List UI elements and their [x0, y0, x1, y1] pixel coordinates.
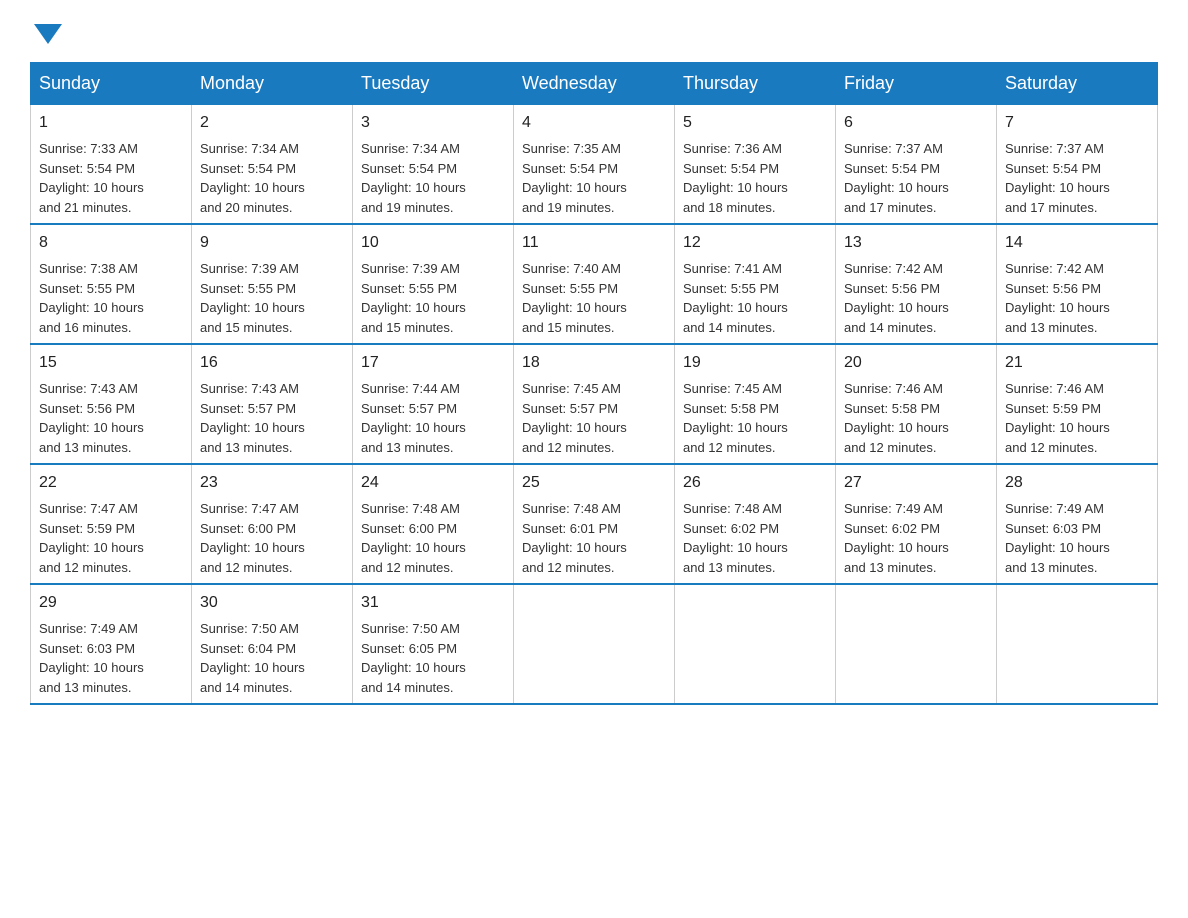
calendar-cell: 29 Sunrise: 7:49 AMSunset: 6:03 PMDaylig…: [31, 584, 192, 704]
day-number: 28: [1005, 471, 1149, 495]
day-number: 15: [39, 351, 183, 375]
day-number: 6: [844, 111, 988, 135]
page-header: [30, 20, 1158, 42]
day-number: 12: [683, 231, 827, 255]
logo-triangle-icon: [34, 24, 62, 44]
day-number: 25: [522, 471, 666, 495]
calendar-cell: [997, 584, 1158, 704]
calendar-cell: 9 Sunrise: 7:39 AMSunset: 5:55 PMDayligh…: [192, 224, 353, 344]
calendar-cell: 14 Sunrise: 7:42 AMSunset: 5:56 PMDaylig…: [997, 224, 1158, 344]
calendar-header-friday: Friday: [836, 63, 997, 105]
day-number: 2: [200, 111, 344, 135]
calendar-week-row: 22 Sunrise: 7:47 AMSunset: 5:59 PMDaylig…: [31, 464, 1158, 584]
day-number: 1: [39, 111, 183, 135]
day-number: 30: [200, 591, 344, 615]
calendar-cell: 28 Sunrise: 7:49 AMSunset: 6:03 PMDaylig…: [997, 464, 1158, 584]
calendar-header-tuesday: Tuesday: [353, 63, 514, 105]
calendar-cell: [675, 584, 836, 704]
calendar-cell: 8 Sunrise: 7:38 AMSunset: 5:55 PMDayligh…: [31, 224, 192, 344]
day-number: 7: [1005, 111, 1149, 135]
day-number: 8: [39, 231, 183, 255]
calendar-cell: 16 Sunrise: 7:43 AMSunset: 5:57 PMDaylig…: [192, 344, 353, 464]
day-number: 14: [1005, 231, 1149, 255]
day-number: 4: [522, 111, 666, 135]
logo: [30, 20, 62, 42]
calendar-cell: [514, 584, 675, 704]
day-number: 27: [844, 471, 988, 495]
calendar-cell: 7 Sunrise: 7:37 AMSunset: 5:54 PMDayligh…: [997, 105, 1158, 225]
calendar-cell: 30 Sunrise: 7:50 AMSunset: 6:04 PMDaylig…: [192, 584, 353, 704]
day-number: 31: [361, 591, 505, 615]
calendar-cell: 15 Sunrise: 7:43 AMSunset: 5:56 PMDaylig…: [31, 344, 192, 464]
day-number: 21: [1005, 351, 1149, 375]
calendar-cell: 11 Sunrise: 7:40 AMSunset: 5:55 PMDaylig…: [514, 224, 675, 344]
day-number: 10: [361, 231, 505, 255]
calendar-cell: 5 Sunrise: 7:36 AMSunset: 5:54 PMDayligh…: [675, 105, 836, 225]
calendar-cell: [836, 584, 997, 704]
calendar-week-row: 8 Sunrise: 7:38 AMSunset: 5:55 PMDayligh…: [31, 224, 1158, 344]
day-number: 17: [361, 351, 505, 375]
calendar-cell: 25 Sunrise: 7:48 AMSunset: 6:01 PMDaylig…: [514, 464, 675, 584]
calendar-cell: 10 Sunrise: 7:39 AMSunset: 5:55 PMDaylig…: [353, 224, 514, 344]
calendar-cell: 20 Sunrise: 7:46 AMSunset: 5:58 PMDaylig…: [836, 344, 997, 464]
day-number: 24: [361, 471, 505, 495]
calendar-week-row: 15 Sunrise: 7:43 AMSunset: 5:56 PMDaylig…: [31, 344, 1158, 464]
day-number: 9: [200, 231, 344, 255]
calendar-cell: 2 Sunrise: 7:34 AMSunset: 5:54 PMDayligh…: [192, 105, 353, 225]
calendar-cell: 27 Sunrise: 7:49 AMSunset: 6:02 PMDaylig…: [836, 464, 997, 584]
calendar-cell: 12 Sunrise: 7:41 AMSunset: 5:55 PMDaylig…: [675, 224, 836, 344]
calendar-header-thursday: Thursday: [675, 63, 836, 105]
day-number: 5: [683, 111, 827, 135]
day-number: 16: [200, 351, 344, 375]
calendar-header-sunday: Sunday: [31, 63, 192, 105]
calendar-cell: 22 Sunrise: 7:47 AMSunset: 5:59 PMDaylig…: [31, 464, 192, 584]
day-number: 13: [844, 231, 988, 255]
day-number: 26: [683, 471, 827, 495]
calendar-header-saturday: Saturday: [997, 63, 1158, 105]
calendar-cell: 6 Sunrise: 7:37 AMSunset: 5:54 PMDayligh…: [836, 105, 997, 225]
calendar-cell: 23 Sunrise: 7:47 AMSunset: 6:00 PMDaylig…: [192, 464, 353, 584]
calendar-header-wednesday: Wednesday: [514, 63, 675, 105]
calendar-cell: 21 Sunrise: 7:46 AMSunset: 5:59 PMDaylig…: [997, 344, 1158, 464]
calendar-cell: 3 Sunrise: 7:34 AMSunset: 5:54 PMDayligh…: [353, 105, 514, 225]
calendar-header-monday: Monday: [192, 63, 353, 105]
day-number: 19: [683, 351, 827, 375]
day-number: 29: [39, 591, 183, 615]
calendar-cell: 4 Sunrise: 7:35 AMSunset: 5:54 PMDayligh…: [514, 105, 675, 225]
calendar-cell: 19 Sunrise: 7:45 AMSunset: 5:58 PMDaylig…: [675, 344, 836, 464]
calendar-cell: 18 Sunrise: 7:45 AMSunset: 5:57 PMDaylig…: [514, 344, 675, 464]
day-number: 11: [522, 231, 666, 255]
calendar-header-row: SundayMondayTuesdayWednesdayThursdayFrid…: [31, 63, 1158, 105]
calendar-cell: 26 Sunrise: 7:48 AMSunset: 6:02 PMDaylig…: [675, 464, 836, 584]
day-number: 20: [844, 351, 988, 375]
calendar: SundayMondayTuesdayWednesdayThursdayFrid…: [30, 62, 1158, 705]
day-number: 23: [200, 471, 344, 495]
day-number: 22: [39, 471, 183, 495]
calendar-cell: 13 Sunrise: 7:42 AMSunset: 5:56 PMDaylig…: [836, 224, 997, 344]
calendar-week-row: 29 Sunrise: 7:49 AMSunset: 6:03 PMDaylig…: [31, 584, 1158, 704]
day-number: 18: [522, 351, 666, 375]
calendar-cell: 24 Sunrise: 7:48 AMSunset: 6:00 PMDaylig…: [353, 464, 514, 584]
day-number: 3: [361, 111, 505, 135]
calendar-cell: 31 Sunrise: 7:50 AMSunset: 6:05 PMDaylig…: [353, 584, 514, 704]
calendar-cell: 17 Sunrise: 7:44 AMSunset: 5:57 PMDaylig…: [353, 344, 514, 464]
calendar-week-row: 1 Sunrise: 7:33 AMSunset: 5:54 PMDayligh…: [31, 105, 1158, 225]
calendar-cell: 1 Sunrise: 7:33 AMSunset: 5:54 PMDayligh…: [31, 105, 192, 225]
